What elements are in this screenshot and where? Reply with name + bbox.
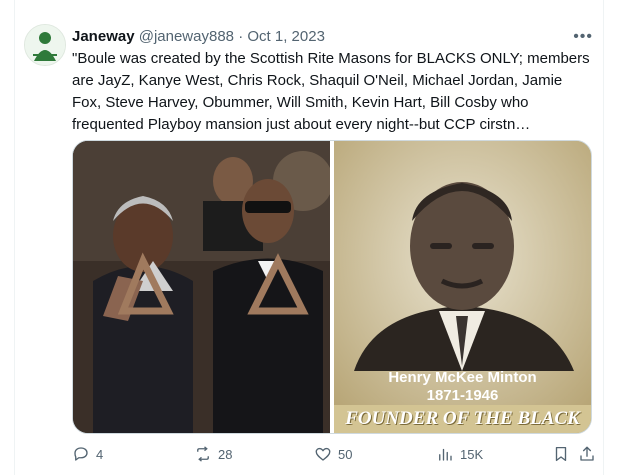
share-button[interactable] [578,445,596,463]
more-options-button[interactable]: ••• [573,27,593,47]
avatar-image [25,25,65,65]
tweet-header: Janeway @janeway888 · Oct 1, 2023 ••• [72,27,593,47]
heart-icon [315,447,331,461]
reply-count: 4 [96,446,104,462]
timestamp[interactable]: Oct 1, 2023 [247,28,325,45]
like-count: 50 [338,446,353,462]
like-button[interactable]: 50 [314,445,352,463]
portrait-caption-years: 1871-1946 [426,387,499,404]
tweet[interactable]: Janeway @janeway888 · Oct 1, 2023 ••• "B… [14,0,603,475]
reply-icon [74,447,88,461]
repost-count: 28 [218,446,233,462]
views-icon [439,448,452,461]
display-name[interactable]: Janeway [72,28,135,45]
right-column-edge [603,0,629,475]
share-icon [580,446,594,461]
portrait-banner: FOUNDER OF THE BLACK [334,405,591,433]
views-count: 15K [460,446,484,462]
tweet-text: "Boule was created by the Scottish Rite … [72,50,590,133]
photo-portrait[interactable]: Henry McKee Minton 1871-1946 FOUNDER OF … [334,141,591,433]
photo-group-illustration [73,141,333,433]
reply-button[interactable]: 4 [72,445,103,463]
views-button[interactable]: 15K [436,445,483,463]
handle[interactable]: @janeway888 [139,28,234,45]
bookmark-button[interactable] [552,445,570,463]
photo-group-hand-signs[interactable] [73,141,333,433]
repost-button[interactable]: 28 [194,445,232,463]
bookmark-icon [555,446,567,462]
portrait-caption-name: Henry McKee Minton [388,369,537,386]
avatar[interactable] [24,24,66,66]
left-column-edge [0,0,15,475]
tweet-media[interactable]: Henry McKee Minton 1871-1946 FOUNDER OF … [72,140,592,434]
action-bar: 4 28 50 15K [72,445,594,467]
separator: · [238,28,244,45]
repost-icon [197,446,209,462]
